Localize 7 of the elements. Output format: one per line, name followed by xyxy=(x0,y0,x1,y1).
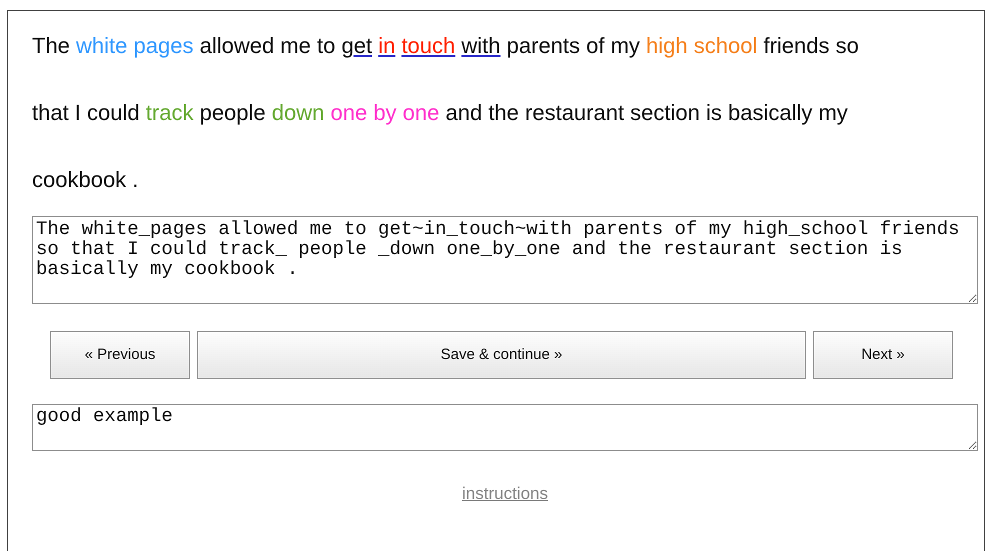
comment-textarea[interactable]: good example xyxy=(32,404,978,451)
nav-button[interactable]: « Previous xyxy=(50,331,190,379)
nav-button[interactable]: Save & continue » xyxy=(197,331,806,379)
annotated-sentence: The white pages allowed me to get in touch with parents of my high school friends so that I could track people down one by one and the restaurant section is basically my cookbook . xyxy=(32,32,860,194)
instructions-link[interactable]: instructions xyxy=(462,481,548,506)
nav-button[interactable]: Next » xyxy=(813,331,953,379)
annotation-textarea[interactable]: The white_pages allowed me to get~in_touch~with parents of my high_school friends so that I could track_ people _down one_by_one and the restaurant section is basically my cookbook . xyxy=(32,216,978,304)
